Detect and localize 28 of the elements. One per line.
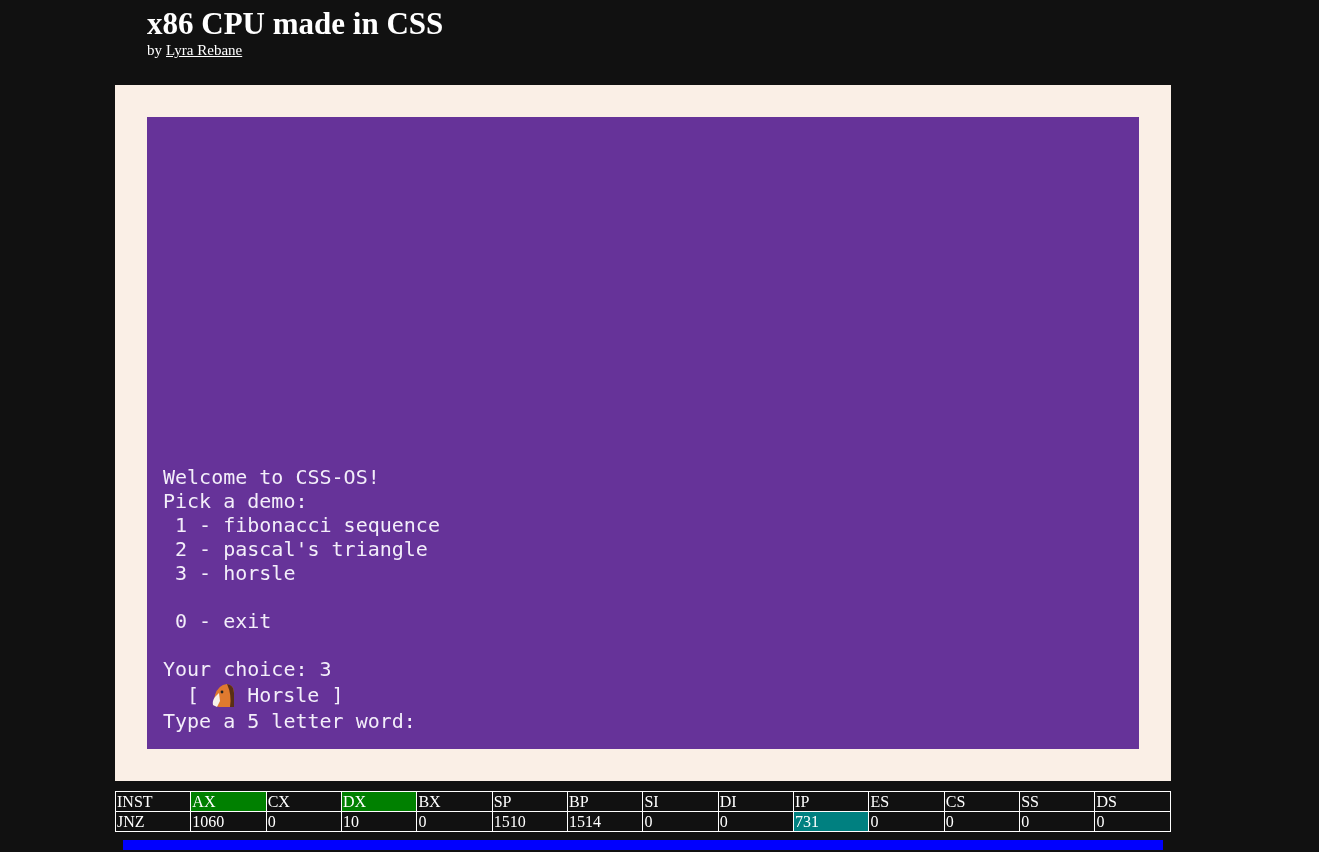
terminal-line: 2 - pascal's triangle — [174, 537, 428, 561]
register-name: SP — [492, 791, 568, 812]
register-name: CX — [266, 791, 342, 812]
register-name: DX — [341, 791, 417, 812]
terminal-line: 0 - exit — [174, 609, 272, 633]
register-name: DS — [1094, 791, 1171, 812]
terminal-line: Your choice: 3 — [163, 657, 332, 681]
register-name: BP — [567, 791, 643, 812]
register-value: JNZ — [115, 811, 191, 832]
register-name: SS — [1019, 791, 1095, 812]
terminal-line: 3 - horsle — [174, 561, 296, 585]
terminal-text: Horsle ] — [247, 683, 344, 707]
register-name: INST — [115, 791, 191, 812]
terminal-line: 1 - fibonacci sequence — [174, 513, 440, 537]
register-name: ES — [868, 791, 945, 812]
page-title: x86 CPU made in CSS — [147, 6, 445, 42]
terminal-line: Type a 5 letter word: — [163, 709, 416, 733]
author-link[interactable]: Lyra Rebane — [166, 42, 243, 58]
register-name: SI — [642, 791, 719, 812]
register-name: CS — [944, 791, 1020, 812]
register-name: AX — [190, 791, 267, 812]
terminal-line: Pick a demo: — [163, 489, 308, 513]
terminal-text: [ — [186, 683, 200, 707]
byline-text: by — [147, 42, 162, 58]
terminal-line: Welcome to CSS-OS! — [163, 465, 380, 489]
register-name: IP — [793, 791, 869, 812]
register-name: BX — [416, 791, 493, 812]
register-name: DI — [718, 791, 794, 812]
